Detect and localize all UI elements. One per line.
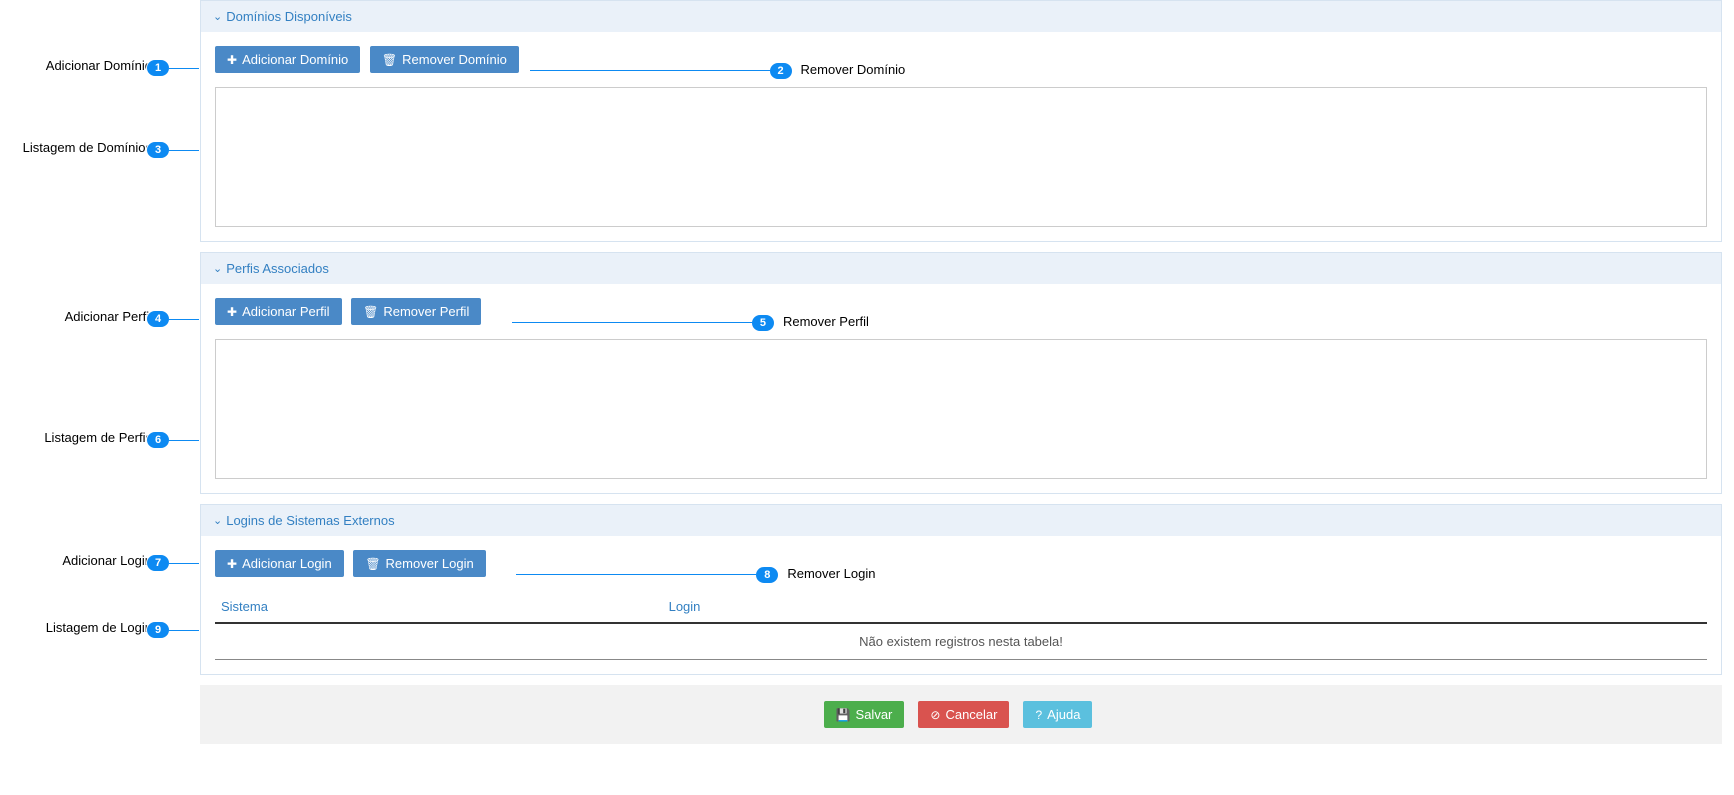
annot-badge-6: 6 bbox=[146, 431, 170, 449]
plus-icon: ✚ bbox=[227, 557, 237, 571]
main-content: ⌄ Domínios Disponíveis ✚ Adicionar Domín… bbox=[200, 0, 1734, 744]
panel-logins-header[interactable]: ⌄ Logins de Sistemas Externos bbox=[201, 505, 1721, 536]
panel-domains-title: Domínios Disponíveis bbox=[226, 9, 352, 24]
annot-label-3: Listagem de Domínios bbox=[23, 140, 152, 155]
panel-logins-title: Logins de Sistemas Externos bbox=[226, 513, 394, 528]
plus-icon: ✚ bbox=[227, 53, 237, 67]
trash-icon: 🗑 bbox=[363, 305, 378, 319]
annot-label-9: Listagem de Login bbox=[46, 620, 152, 635]
col-login-header[interactable]: Login bbox=[663, 591, 1707, 623]
cancel-icon: ⊘ bbox=[930, 708, 940, 722]
annot-badge-7: 7 bbox=[146, 554, 170, 572]
trash-icon: 🗑 bbox=[382, 53, 397, 67]
remove-domain-button[interactable]: 🗑 Remover Domínio bbox=[370, 46, 519, 73]
table-row: Não existem registros nesta tabela! bbox=[215, 623, 1707, 660]
cancel-button[interactable]: ⊘ Cancelar bbox=[918, 701, 1009, 728]
remove-profile-button[interactable]: 🗑 Remover Perfil bbox=[351, 298, 481, 325]
save-icon: 💾 bbox=[836, 708, 851, 722]
remove-login-button[interactable]: 🗑 Remover Login bbox=[353, 550, 485, 577]
annot-label-6: Listagem de Perfis bbox=[44, 430, 152, 445]
chevron-down-icon: ⌄ bbox=[213, 262, 222, 275]
logins-table: Sistema Login Não existem registros nest… bbox=[215, 591, 1707, 660]
annot-label-4: Adicionar Perfil bbox=[65, 309, 152, 324]
plus-icon: ✚ bbox=[227, 305, 237, 319]
panel-logins: ⌄ Logins de Sistemas Externos ✚ Adiciona… bbox=[200, 504, 1722, 675]
panel-profiles-title: Perfis Associados bbox=[226, 261, 329, 276]
annot-badge-9: 9 bbox=[146, 621, 170, 639]
left-annotations: Adicionar Domínio 1 Listagem de Domínios… bbox=[0, 0, 200, 744]
add-profile-button[interactable]: ✚ Adicionar Perfil bbox=[215, 298, 342, 325]
panel-profiles-header[interactable]: ⌄ Perfis Associados bbox=[201, 253, 1721, 284]
add-domain-button[interactable]: ✚ Adicionar Domínio bbox=[215, 46, 360, 73]
col-sistema-header[interactable]: Sistema bbox=[215, 591, 663, 623]
profiles-listbox[interactable] bbox=[215, 339, 1707, 479]
annot-label-1: Adicionar Domínio bbox=[46, 58, 152, 73]
chevron-down-icon: ⌄ bbox=[213, 514, 222, 527]
panel-domains-header[interactable]: ⌄ Domínios Disponíveis bbox=[201, 1, 1721, 32]
annot-label-5: Remover Perfil bbox=[783, 314, 869, 329]
annot-badge-8: 8 bbox=[755, 566, 779, 584]
annot-label-2: Remover Domínio bbox=[801, 62, 906, 77]
save-button[interactable]: 💾 Salvar bbox=[824, 701, 905, 728]
annot-badge-4: 4 bbox=[146, 310, 170, 328]
annot-label-7: Adicionar Login bbox=[62, 553, 152, 568]
annot-badge-2: 2 bbox=[769, 62, 793, 80]
annot-label-8: Remover Login bbox=[787, 566, 875, 581]
panel-domains: ⌄ Domínios Disponíveis ✚ Adicionar Domín… bbox=[200, 0, 1722, 242]
panel-profiles: ⌄ Perfis Associados ✚ Adicionar Perfil 🗑… bbox=[200, 252, 1722, 494]
annot-badge-5: 5 bbox=[751, 314, 775, 332]
add-login-button[interactable]: ✚ Adicionar Login bbox=[215, 550, 344, 577]
chevron-down-icon: ⌄ bbox=[213, 10, 222, 23]
help-icon: ? bbox=[1035, 708, 1042, 722]
empty-table-msg: Não existem registros nesta tabela! bbox=[215, 623, 1707, 660]
annot-badge-3: 3 bbox=[146, 141, 170, 159]
domains-listbox[interactable] bbox=[215, 87, 1707, 227]
help-button[interactable]: ? Ajuda bbox=[1023, 701, 1092, 728]
trash-icon: 🗑 bbox=[365, 557, 380, 571]
annot-badge-1: 1 bbox=[146, 59, 170, 77]
footer-actions: 💾 Salvar ⊘ Cancelar ? Ajuda bbox=[200, 685, 1722, 744]
